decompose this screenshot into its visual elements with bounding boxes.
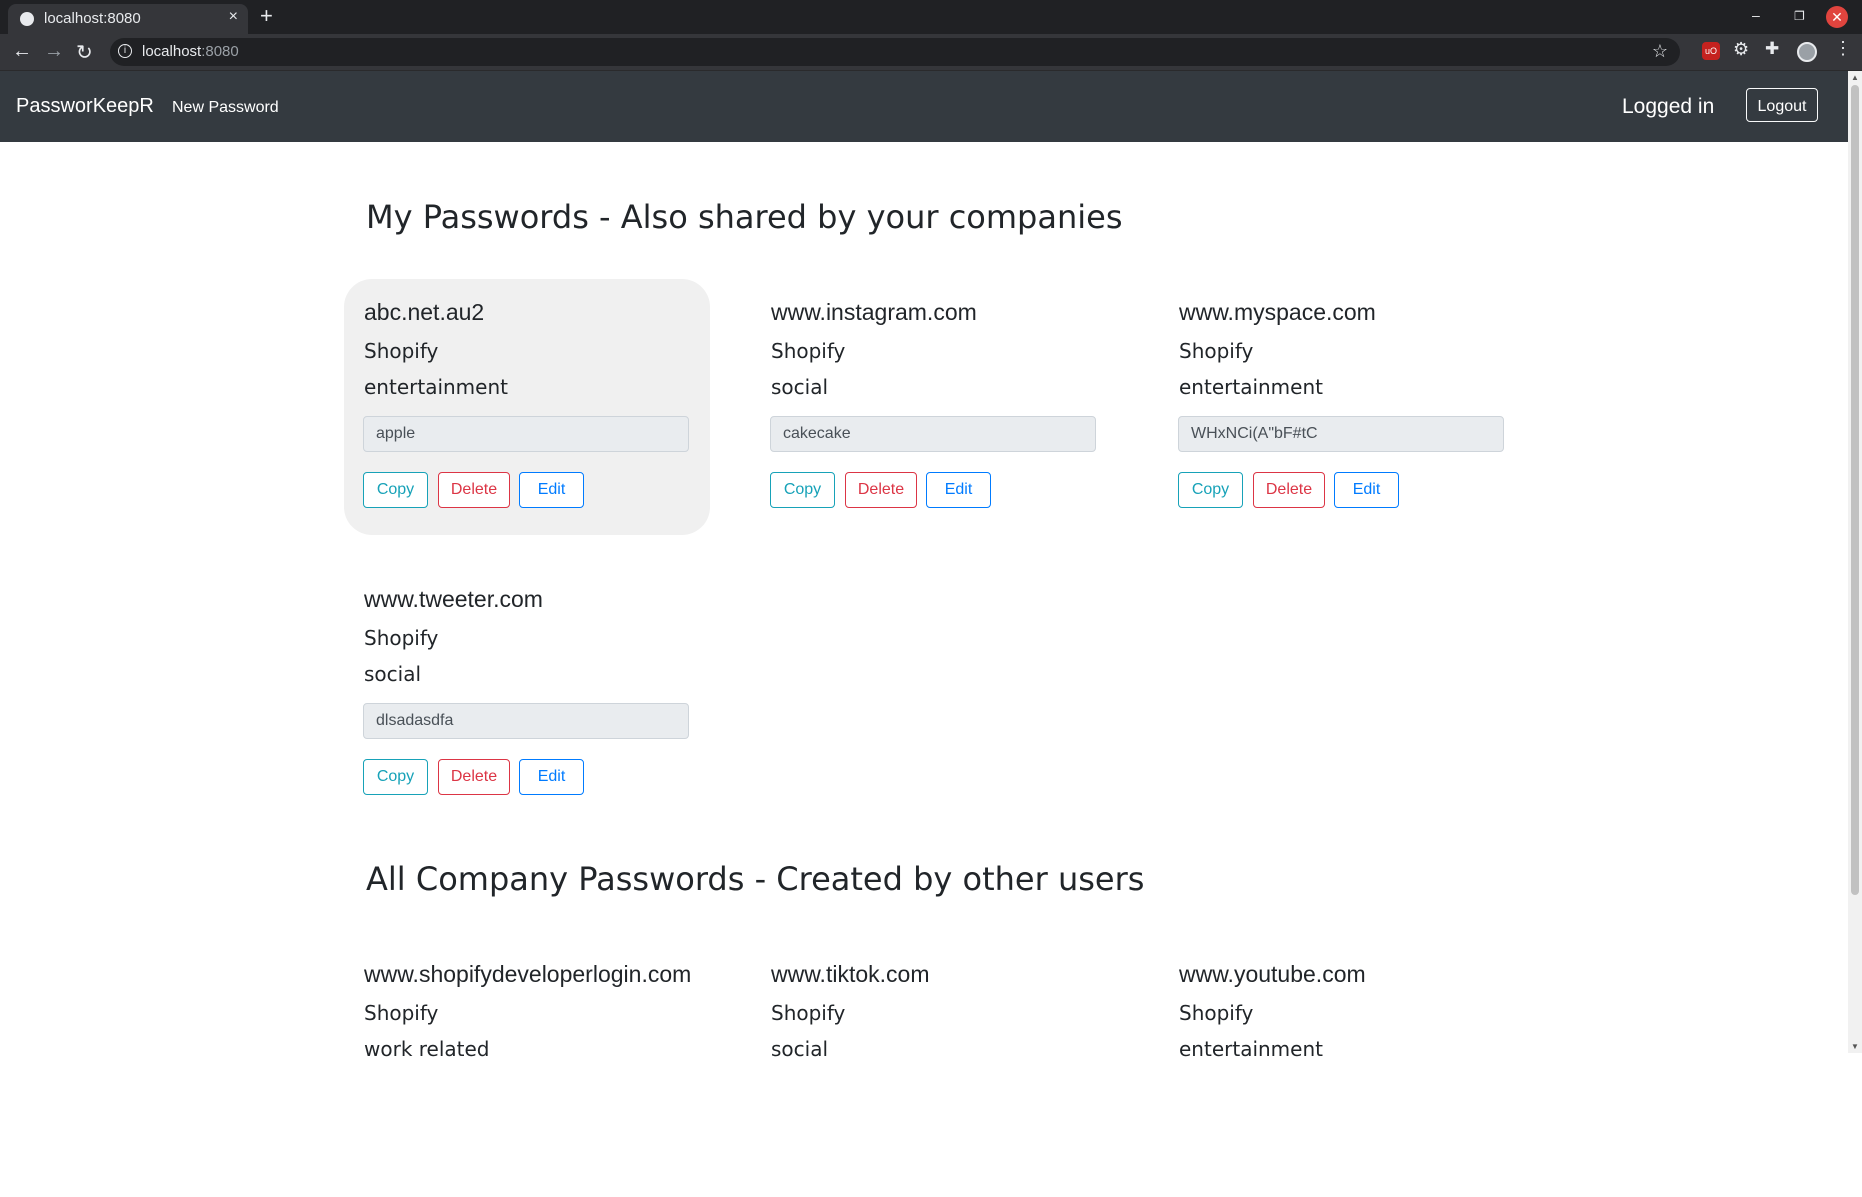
profile-avatar[interactable] — [1797, 42, 1817, 62]
scroll-down-icon[interactable]: ▼ — [1851, 1042, 1859, 1051]
delete-button[interactable]: Delete — [438, 472, 510, 508]
card-company: Shopify — [364, 339, 439, 363]
card-site: www.youtube.com — [1179, 961, 1366, 987]
edit-button[interactable]: Edit — [1334, 472, 1399, 508]
my-passwords-title: My Passwords - Also shared by your compa… — [366, 198, 1123, 236]
address-bar[interactable]: i localhost:8080 ☆ — [110, 38, 1680, 66]
copy-button[interactable]: Copy — [1178, 472, 1243, 508]
login-status: Logged in — [1622, 95, 1715, 118]
password-card: www.instagram.com Shopify social Copy De… — [751, 279, 1117, 535]
copy-button[interactable]: Copy — [363, 759, 428, 795]
delete-button[interactable]: Delete — [845, 472, 917, 508]
reload-icon[interactable]: ↻ — [76, 40, 93, 65]
card-company: Shopify — [364, 626, 439, 650]
forward-icon[interactable]: → — [44, 40, 64, 63]
card-site: www.tweeter.com — [364, 586, 543, 612]
card-site: www.instagram.com — [771, 299, 977, 325]
card-category: entertainment — [364, 375, 508, 399]
gear-extension-icon[interactable]: ⚙ — [1733, 39, 1751, 59]
browser-menu-icon[interactable]: ⋮ — [1834, 38, 1852, 58]
password-field[interactable] — [363, 416, 689, 452]
bookmark-star-icon[interactable]: ☆ — [1652, 41, 1668, 62]
copy-button[interactable]: Copy — [770, 472, 835, 508]
page-scrollbar[interactable]: ▲ ▼ — [1848, 71, 1862, 1053]
url-port: :8080 — [201, 43, 239, 60]
url-text: localhost:8080 — [142, 43, 239, 60]
scrollbar-thumb[interactable] — [1851, 85, 1859, 895]
card-company: Shopify — [771, 339, 846, 363]
password-card: www.tweeter.com Shopify social Copy Dele… — [344, 566, 710, 822]
brand-link[interactable]: PassworKeepR — [16, 95, 154, 118]
card-site: www.tiktok.com — [771, 961, 930, 987]
company-passwords-title: All Company Passwords - Created by other… — [366, 860, 1145, 898]
app-navbar: PassworKeepR New Password Logged in Logo… — [0, 71, 1848, 142]
globe-icon — [20, 12, 34, 26]
card-category: social — [771, 375, 829, 399]
edit-button[interactable]: Edit — [926, 472, 991, 508]
card-category: entertainment — [1179, 1037, 1323, 1061]
password-card: www.myspace.com Shopify entertainment Co… — [1159, 279, 1525, 535]
card-company: Shopify — [771, 1001, 846, 1025]
extensions-puzzle-icon[interactable]: ✚ — [1765, 39, 1783, 58]
url-host: localhost — [142, 43, 202, 60]
back-icon[interactable]: ← — [12, 40, 32, 63]
password-field[interactable] — [1178, 416, 1504, 452]
browser-toolbar: ← → ↻ i localhost:8080 ☆ uO ⚙ ✚ ⋮ — [0, 34, 1862, 71]
password-field[interactable] — [770, 416, 1096, 452]
scroll-up-icon[interactable]: ▲ — [1851, 73, 1859, 82]
card-company: Shopify — [1179, 339, 1254, 363]
new-password-link[interactable]: New Password — [172, 99, 279, 117]
browser-tabstrip: localhost:8080 × + – ❐ ✕ — [0, 0, 1862, 34]
browser-tab[interactable]: localhost:8080 × — [8, 4, 248, 34]
card-site: www.shopifydeveloperlogin.com — [364, 961, 692, 987]
copy-button[interactable]: Copy — [363, 472, 428, 508]
card-site: www.myspace.com — [1179, 299, 1376, 325]
tab-title: localhost:8080 — [44, 10, 141, 27]
company-password-card: www.shopifydeveloperlogin.com Shopify wo… — [344, 941, 710, 1197]
card-site: abc.net.au2 — [364, 299, 485, 325]
password-field[interactable] — [363, 703, 689, 739]
delete-button[interactable]: Delete — [1253, 472, 1325, 508]
ublock-extension-icon[interactable]: uO — [1702, 42, 1720, 60]
edit-button[interactable]: Edit — [519, 759, 584, 795]
edit-button[interactable]: Edit — [519, 472, 584, 508]
card-category: social — [771, 1037, 829, 1061]
company-password-card: www.tiktok.com Shopify social — [751, 941, 1117, 1197]
window-close-icon[interactable]: ✕ — [1826, 6, 1848, 28]
minimize-icon[interactable]: – — [1752, 7, 1760, 23]
card-category: social — [364, 662, 422, 686]
card-category: work related — [364, 1037, 490, 1061]
company-password-card: www.youtube.com Shopify entertainment — [1159, 941, 1525, 1197]
info-icon[interactable]: i — [118, 44, 132, 58]
card-company: Shopify — [1179, 1001, 1254, 1025]
delete-button[interactable]: Delete — [438, 759, 510, 795]
card-company: Shopify — [364, 1001, 439, 1025]
tab-close-icon[interactable]: × — [229, 8, 238, 26]
password-card: abc.net.au2 Shopify entertainment Copy D… — [344, 279, 710, 535]
new-tab-icon[interactable]: + — [260, 3, 273, 29]
logout-button[interactable]: Logout — [1746, 88, 1818, 122]
card-category: entertainment — [1179, 375, 1323, 399]
restore-icon[interactable]: ❐ — [1794, 9, 1805, 23]
